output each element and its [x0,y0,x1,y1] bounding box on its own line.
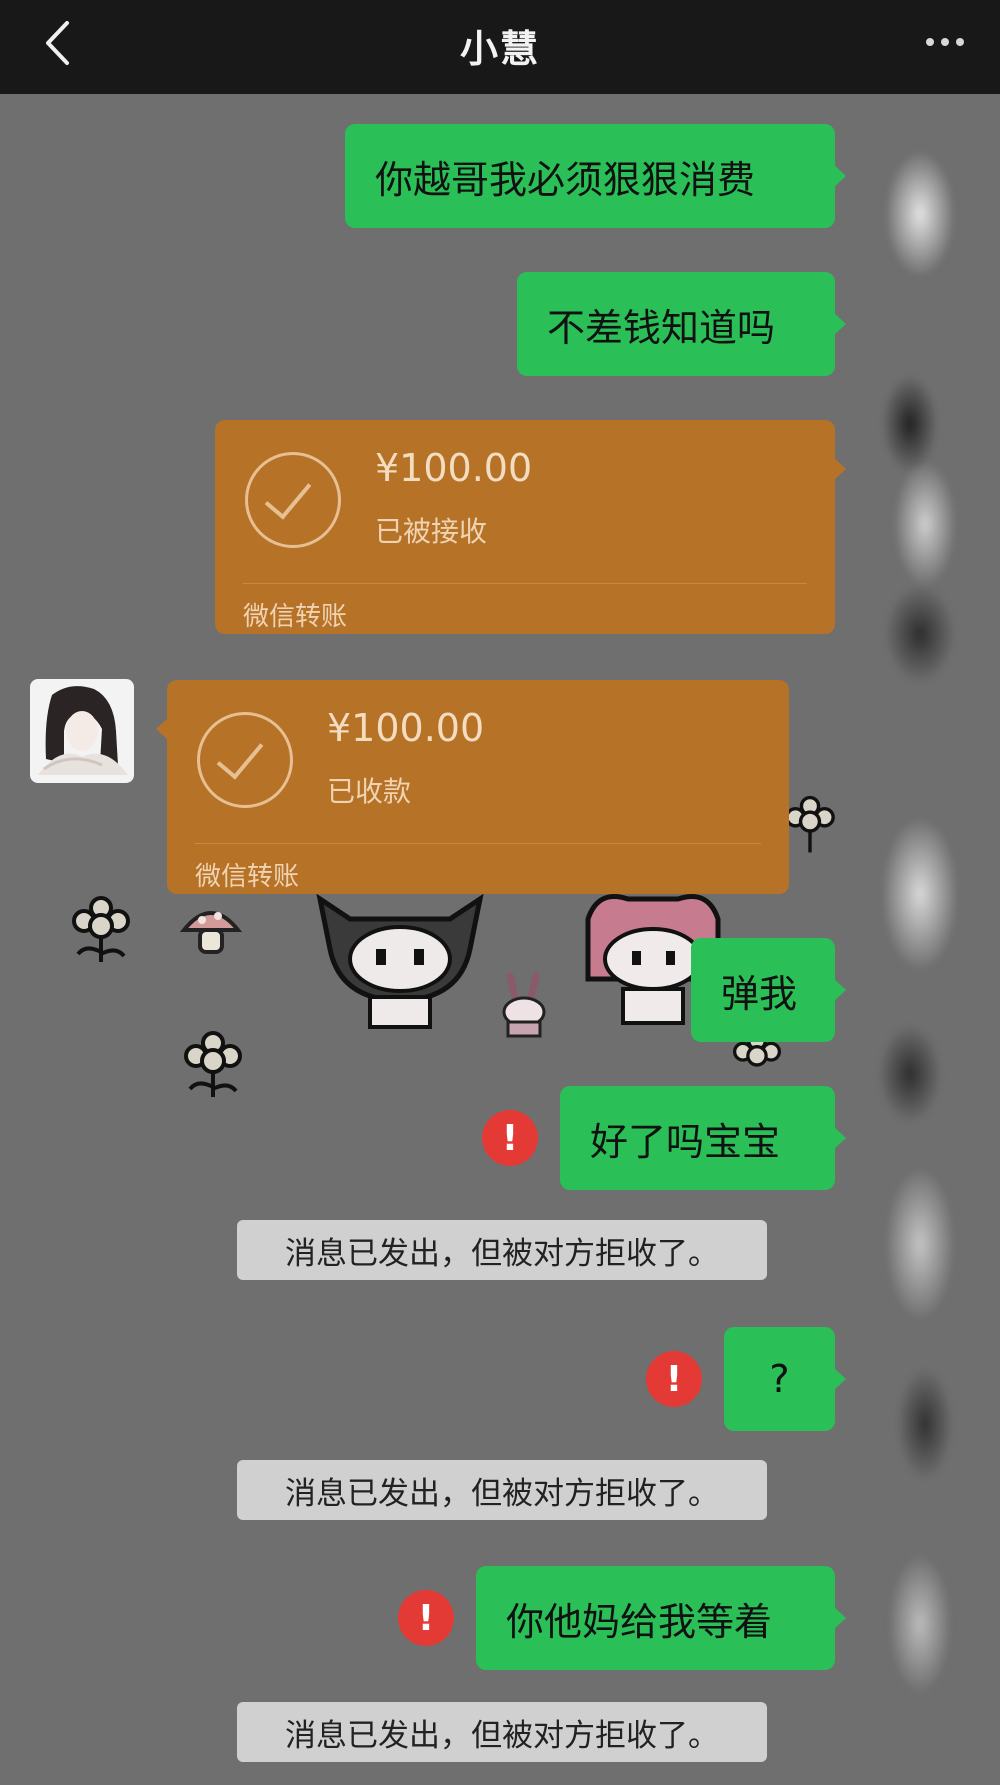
blurred-redaction [840,94,1000,1785]
divider [243,583,807,584]
send-failed-icon[interactable]: ! [482,1110,538,1166]
transfer-label: 微信转账 [195,862,300,892]
girl-avatar-icon [38,686,128,775]
transfer-amount: ¥100.00 [327,706,485,750]
flower-sticker-icon [184,1031,242,1097]
rejected-notice: 消息已发出，但被对方拒收了。 [237,1702,767,1762]
flower-sticker-icon [785,795,835,853]
check-circle-icon [245,452,341,548]
transfer-card-sent[interactable]: ¥100.00 已被接收 微信转账 [215,420,846,634]
mushroom-sticker-icon [180,911,242,954]
message-bubble[interactable]: 你越哥我必须狠狠消费 [345,124,846,228]
rejected-notice: 消息已发出，但被对方拒收了。 [237,1460,767,1520]
chat-area[interactable]: 你越哥我必须狠狠消费 不差钱知道吗 ¥100.00 已被接收 微信转账 ¥100… [0,94,1000,1785]
more-button[interactable] [910,22,980,62]
rejected-notice: 消息已发出，但被对方拒收了。 [237,1220,767,1280]
check-circle-icon [197,712,293,808]
message-bubble[interactable]: ? [724,1327,846,1431]
flower-sticker-icon [72,896,130,962]
transfer-label: 微信转账 [243,602,348,632]
send-failed-icon[interactable]: ! [398,1590,454,1646]
message-bubble[interactable]: 不差钱知道吗 [517,272,846,376]
divider [195,843,761,844]
message-bubble[interactable]: 你他妈给我等着 [476,1566,846,1670]
chat-title: 小慧 [459,27,540,71]
transfer-amount: ¥100.00 [375,446,533,490]
kuromi-sticker-icon [316,893,484,1029]
more-dots-icon [926,38,934,46]
transfer-card-received[interactable]: ¥100.00 已收款 微信转账 [156,680,789,894]
transfer-status: 已被接收 [375,515,488,548]
bunny-sticker-icon [502,972,546,1038]
message-bubble[interactable]: 好了吗宝宝 [560,1086,846,1190]
send-failed-icon[interactable]: ! [646,1351,702,1407]
transfer-status: 已收款 [327,775,412,808]
message-bubble[interactable]: 弹我 [691,938,846,1042]
top-bar: 小慧 [0,0,1000,94]
avatar[interactable] [30,679,134,783]
